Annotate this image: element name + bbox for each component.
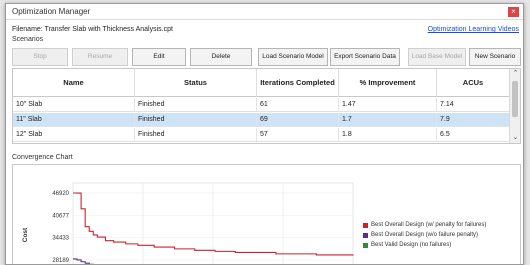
title-bar: Optimization Manager — [6, 4, 523, 20]
legend-item: Best Valid Design (no failures) — [363, 240, 486, 250]
table-scrollbar[interactable]: ⌃ ⌄ — [509, 69, 520, 143]
export-scenario-data-button[interactable]: Export Scenario Data — [330, 48, 400, 66]
column-header-name[interactable]: Name — [13, 69, 135, 97]
cell-improvement: 1.8 — [339, 128, 437, 142]
edit-button[interactable]: Edit — [132, 48, 186, 66]
legend-item: Best Overall Design (w/o failure penalty… — [363, 230, 486, 240]
table-row[interactable]: 12" Slab Finished 57 1.8 6.5 — [13, 128, 510, 142]
close-button[interactable]: × — [508, 7, 519, 17]
y-tick-label: 40677 — [52, 213, 69, 219]
load-scenario-model-button[interactable]: Load Scenario Model — [258, 48, 328, 66]
convergence-chart-label: Convergence Chart — [12, 154, 73, 161]
legend-swatch-red — [363, 222, 368, 228]
scenario-toolbar: Stop Resume Edit Delete Load Scenario Mo… — [12, 48, 521, 66]
filename-label: Filename: Transfer Slab with Thickness A… — [12, 26, 173, 33]
cell-status: Finished — [135, 98, 257, 112]
cell-iterations: 69 — [257, 113, 339, 127]
cell-improvement: 1.47 — [339, 98, 437, 112]
load-base-model-button[interactable]: Load Base Model — [408, 48, 466, 66]
cell-name: 10" Slab — [13, 98, 135, 112]
cell-name: 12" Slab — [13, 128, 135, 142]
cell-iterations: 57 — [257, 128, 339, 142]
scroll-up-icon[interactable]: ⌃ — [510, 69, 520, 79]
scenario-table: Name Status Iterations Completed % Impro… — [12, 68, 521, 144]
cell-iterations: 61 — [257, 98, 339, 112]
cell-status: Finished — [135, 113, 257, 127]
resume-button[interactable]: Resume — [72, 48, 128, 66]
legend-item: Best Overall Design (w/ penalty for fail… — [363, 220, 486, 230]
column-header-acus[interactable]: ACUs — [437, 69, 510, 97]
scroll-down-icon[interactable]: ⌄ — [510, 133, 520, 143]
optimization-manager-window: Optimization Manager × Filename: Transfe… — [5, 3, 524, 265]
window-title: Optimization Manager — [12, 7, 91, 16]
cell-status: Finished — [135, 128, 257, 142]
y-tick-label: 28189 — [52, 258, 69, 264]
legend-swatch-purple — [363, 232, 368, 238]
cell-name: 11" Slab — [13, 113, 135, 127]
table-header: Name Status Iterations Completed % Impro… — [13, 69, 510, 97]
legend-label: Best Overall Design (w/o failure penalty… — [371, 232, 479, 238]
learning-videos-link[interactable]: Optimization Learning Videos — [428, 26, 519, 33]
column-header-improvement[interactable]: % Improvement — [339, 69, 437, 97]
chart-legend: Best Overall Design (w/ penalty for fail… — [363, 220, 486, 250]
legend-swatch-green — [363, 242, 368, 248]
scrollbar-thumb[interactable] — [512, 81, 518, 117]
new-scenario-button[interactable]: New Scenario — [469, 48, 521, 66]
y-tick-label: 46920 — [52, 191, 69, 197]
scenarios-label: Scenarios — [12, 36, 44, 43]
y-tick-label: 34433 — [52, 236, 69, 242]
delete-button[interactable]: Delete — [190, 48, 252, 66]
y-axis-label: Cost — [22, 227, 29, 242]
cell-acus: 7.9 — [437, 113, 510, 127]
legend-label: Best Overall Design (w/ penalty for fail… — [371, 222, 487, 228]
convergence-chart-panel: 46920 40677 34433 28189 Cost Best Overall De… — [12, 164, 521, 264]
stop-button[interactable]: Stop — [12, 48, 68, 66]
table-row[interactable]: 10" Slab Finished 61 1.47 7.14 — [13, 98, 510, 112]
cell-acus: 7.14 — [437, 98, 510, 112]
column-header-status[interactable]: Status — [135, 69, 257, 97]
cell-acus: 6.5 — [437, 128, 510, 142]
column-header-iterations[interactable]: Iterations Completed — [257, 69, 339, 97]
cell-improvement: 1.7 — [339, 113, 437, 127]
legend-label: Best Valid Design (no failures) — [371, 242, 452, 248]
table-row-selected[interactable]: 11" Slab Finished 69 1.7 7.9 — [13, 113, 510, 127]
